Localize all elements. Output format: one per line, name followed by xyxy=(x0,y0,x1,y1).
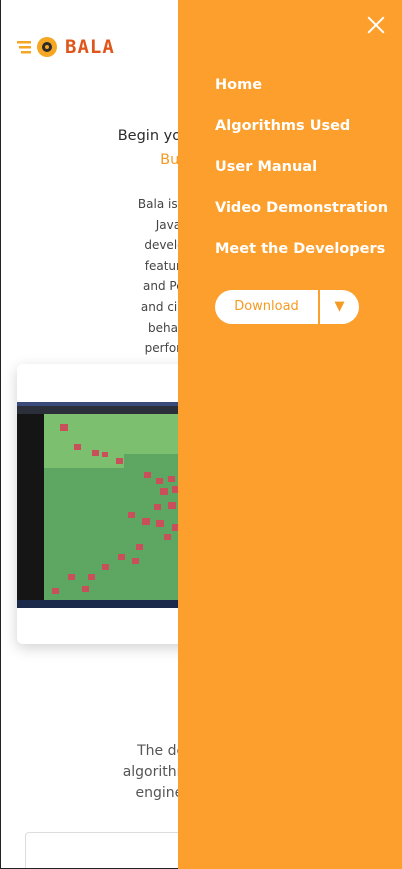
brand-name: BALA xyxy=(65,36,115,58)
nav-drawer: Home Algorithms Used User Manual Video D… xyxy=(178,0,402,869)
download-button[interactable]: Download xyxy=(215,290,320,324)
logo-gear-icon xyxy=(17,35,61,59)
nav-item-video-demonstration[interactable]: Video Demonstration xyxy=(215,198,388,239)
download-dropdown-icon[interactable]: ▼ xyxy=(320,290,359,324)
nav-item-algorithms-used[interactable]: Algorithms Used xyxy=(215,116,388,157)
screenshot-sidebar xyxy=(17,414,44,600)
nav-item-user-manual[interactable]: User Manual xyxy=(215,157,388,198)
download-split-button: Download ▼ xyxy=(215,290,359,324)
nav-item-home[interactable]: Home xyxy=(215,75,388,116)
nav-item-meet-the-developers[interactable]: Meet the Developers xyxy=(215,239,388,280)
close-icon[interactable] xyxy=(367,16,385,34)
drawer-nav: Home Algorithms Used User Manual Video D… xyxy=(215,75,388,280)
logo[interactable]: BALA xyxy=(17,35,115,59)
